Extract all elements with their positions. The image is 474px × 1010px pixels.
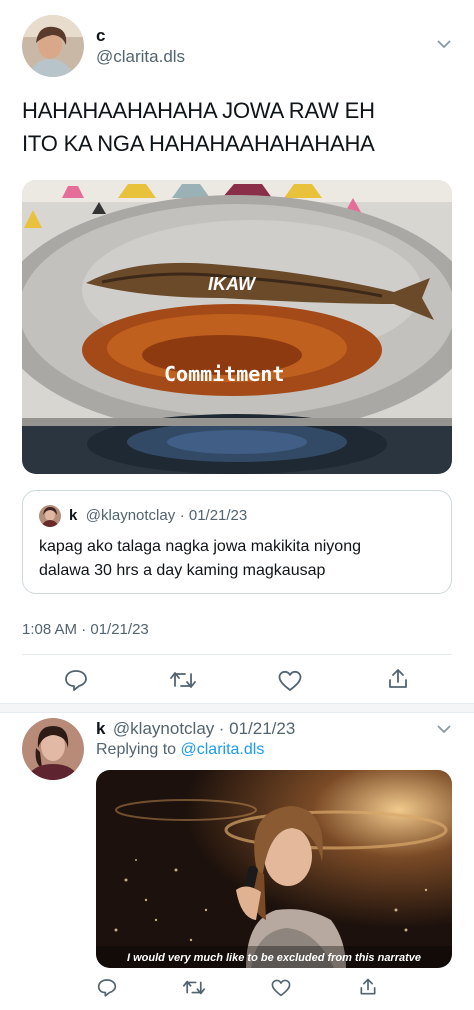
media-caption: I would very much like to be excluded fr… (127, 952, 421, 964)
quoted-date: · 01/21/23 (179, 507, 248, 524)
retweet-icon[interactable] (170, 670, 196, 690)
thread-separator (0, 703, 474, 713)
media-label-ikaw: IKAW (208, 274, 257, 294)
reply-date: · 01/21/23 (218, 719, 296, 738)
tweet-media-image[interactable]: IKAW Commitment (22, 180, 452, 474)
share-icon[interactable] (358, 977, 378, 997)
author-avatar[interactable] (22, 15, 84, 77)
quoted-avatar[interactable] (39, 505, 61, 527)
tweet-text: HAHAHAAHAHAHA JOWA RAW EH ITO KA NGA HAH… (22, 94, 462, 160)
author-handle[interactable]: @clarita.dls (96, 47, 185, 67)
retweet-icon[interactable] (183, 979, 205, 996)
tweet-text-line: HAHAHAAHAHAHA JOWA RAW EH (22, 98, 375, 123)
like-icon[interactable] (278, 670, 302, 692)
author-name[interactable]: c (96, 26, 105, 46)
chevron-down-icon[interactable] (436, 723, 452, 735)
reply-icon[interactable] (64, 669, 88, 691)
reply-author-handle[interactable]: @klaynotclay (113, 719, 214, 738)
media-label-commitment: Commitment (164, 362, 284, 386)
tweet-timestamp[interactable]: 1:08 AM · 01/21/23 (22, 621, 149, 638)
divider (22, 654, 452, 655)
share-icon[interactable] (386, 667, 410, 691)
chevron-down-icon[interactable] (436, 38, 452, 50)
replying-to: Replying to @clarita.dls (96, 741, 264, 759)
quoted-author-name[interactable]: k (69, 507, 77, 524)
quoted-tweet[interactable]: k @klaynotclay · 01/21/23 kapag ako tala… (22, 490, 452, 594)
reply-author-name[interactable]: k (96, 719, 105, 738)
replying-to-label: Replying to (96, 741, 177, 758)
tweet-text-line: ITO KA NGA HAHAHAAHAHAHAHA (22, 131, 375, 156)
reply-icon[interactable] (97, 978, 117, 997)
reply-media-image[interactable]: I would very much like to be excluded fr… (96, 770, 452, 968)
quoted-text-line: kapag ako talaga nagka jowa makikita niy… (39, 538, 361, 555)
quoted-text: kapag ako talaga nagka jowa makikita niy… (39, 535, 439, 583)
quoted-text-line: dalawa 30 hrs a day kaming magkausap (39, 562, 326, 579)
like-icon[interactable] (271, 979, 291, 997)
replying-to-handle-link[interactable]: @clarita.dls (181, 741, 265, 758)
quoted-author-handle[interactable]: @klaynotclay (86, 507, 175, 524)
reply-author-avatar[interactable] (22, 718, 84, 780)
